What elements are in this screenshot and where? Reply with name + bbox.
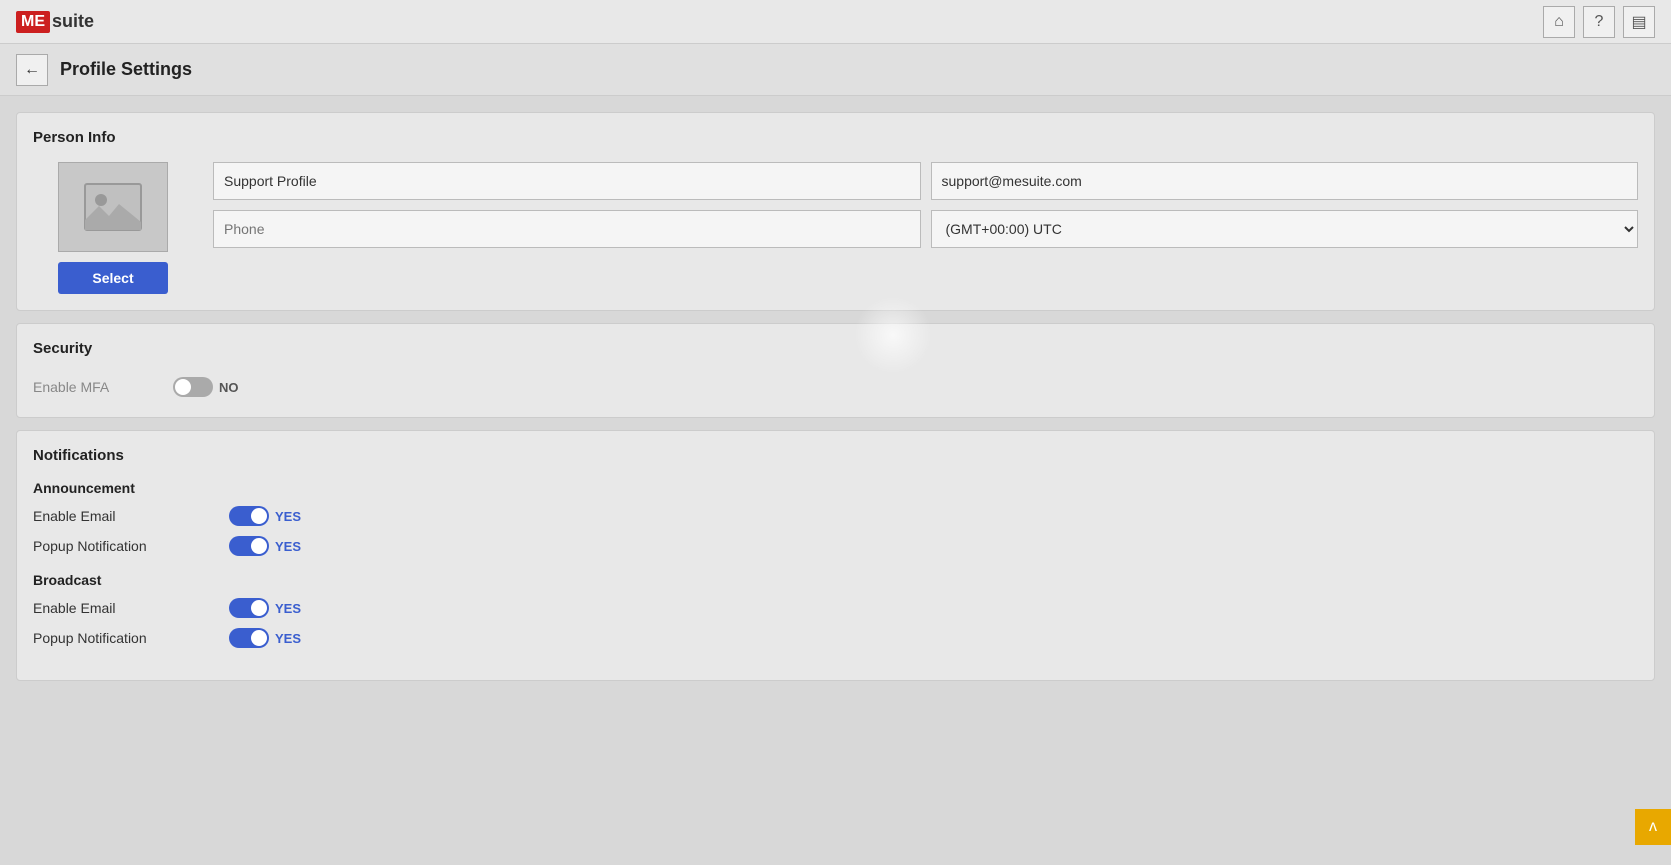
announcement-popup-toggle-group: YES [229, 536, 301, 556]
security-title: Security [33, 340, 1638, 357]
mfa-toggle-text: NO [219, 380, 239, 395]
image-placeholder-icon [83, 177, 143, 237]
topbar: ME suite ⌂ ? ▤ [0, 0, 1671, 44]
mfa-toggle[interactable] [173, 377, 213, 397]
phone-input[interactable] [213, 210, 921, 248]
broadcast-popup-toggle[interactable] [229, 628, 269, 648]
broadcast-title: Broadcast [33, 572, 1638, 588]
announcement-email-toggle-text: YES [275, 509, 301, 524]
name-email-row [213, 162, 1638, 200]
logo-me: ME [16, 11, 50, 33]
home-icon[interactable]: ⌂ [1543, 6, 1575, 38]
logo: ME suite [16, 11, 94, 33]
announcement-email-toggle[interactable] [229, 506, 269, 526]
announcement-popup-toggle-text: YES [275, 539, 301, 554]
broadcast-block: Broadcast Enable Email YES Popup Notific… [33, 572, 1638, 648]
announcement-email-toggle-group: YES [229, 506, 301, 526]
broadcast-popup-toggle-group: YES [229, 628, 301, 648]
security-card: Security Enable MFA NO [16, 323, 1655, 418]
person-info-body: Select (GMT+00:00) UTC (GMT-05:00) EST (… [33, 162, 1638, 294]
notifications-card: Notifications Announcement Enable Email … [16, 430, 1655, 681]
announcement-popup-label: Popup Notification [33, 538, 213, 554]
logo-suite: suite [52, 11, 94, 32]
user-icon[interactable]: ▤ [1623, 6, 1655, 38]
announcement-email-label: Enable Email [33, 508, 213, 524]
notifications-title: Notifications [33, 447, 1638, 464]
mfa-toggle-group: NO [173, 377, 239, 397]
scroll-top-button[interactable]: ʌ [1635, 809, 1671, 845]
help-icon[interactable]: ? [1583, 6, 1615, 38]
email-input[interactable] [931, 162, 1639, 200]
mfa-row: Enable MFA NO [33, 373, 1638, 401]
back-button[interactable]: ← [16, 54, 48, 86]
person-info-title: Person Info [33, 129, 1638, 146]
announcement-block: Announcement Enable Email YES Popup Noti… [33, 480, 1638, 556]
phone-timezone-row: (GMT+00:00) UTC (GMT-05:00) EST (GMT-08:… [213, 210, 1638, 248]
broadcast-popup-label: Popup Notification [33, 630, 213, 646]
name-input[interactable] [213, 162, 921, 200]
broadcast-email-toggle[interactable] [229, 598, 269, 618]
page-header: ← Profile Settings [0, 44, 1671, 96]
announcement-popup-toggle[interactable] [229, 536, 269, 556]
topbar-icons: ⌂ ? ▤ [1543, 6, 1655, 38]
avatar-placeholder [58, 162, 168, 252]
main-content: Person Info Select [0, 96, 1671, 709]
form-fields: (GMT+00:00) UTC (GMT-05:00) EST (GMT-08:… [213, 162, 1638, 248]
broadcast-popup-row: Popup Notification YES [33, 628, 1638, 648]
person-info-card: Person Info Select [16, 112, 1655, 311]
broadcast-email-toggle-group: YES [229, 598, 301, 618]
announcement-title: Announcement [33, 480, 1638, 496]
avatar-area: Select [33, 162, 193, 294]
announcement-email-row: Enable Email YES [33, 506, 1638, 526]
broadcast-email-label: Enable Email [33, 600, 213, 616]
timezone-select[interactable]: (GMT+00:00) UTC (GMT-05:00) EST (GMT-08:… [931, 210, 1639, 248]
select-button[interactable]: Select [58, 262, 168, 294]
broadcast-email-toggle-text: YES [275, 601, 301, 616]
announcement-popup-row: Popup Notification YES [33, 536, 1638, 556]
broadcast-popup-toggle-text: YES [275, 631, 301, 646]
mfa-label: Enable MFA [33, 379, 153, 395]
page-title: Profile Settings [60, 59, 192, 80]
broadcast-email-row: Enable Email YES [33, 598, 1638, 618]
